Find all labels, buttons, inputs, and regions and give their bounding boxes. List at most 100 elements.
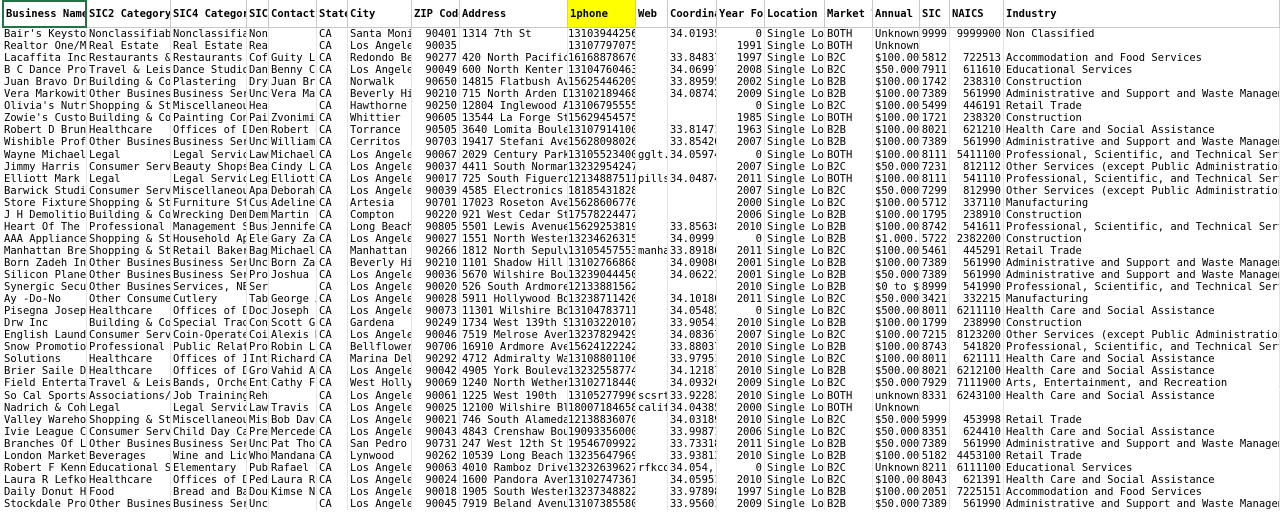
cell-coord[interactable]: 33.979518 [668,353,717,366]
cell-sic8[interactable]: Unclassified [247,88,269,101]
cell-sic2[interactable]: Legal [87,148,171,161]
cell-web[interactable] [636,497,668,510]
cell-sic[interactable]: 8111 [920,148,950,161]
cell-market[interactable]: B2C [825,353,873,366]
cell-year[interactable]: 0 [717,148,765,161]
cell-phone[interactable]: 12133881562 [568,281,636,294]
cell-naics[interactable]: 611610 [950,64,1004,77]
cell-phone[interactable]: 13103220107 [568,317,636,330]
cell-state[interactable]: CA [317,401,348,414]
cell-location[interactable]: Single Location [765,497,825,510]
cell-business_name[interactable]: Wishible Professional [2,136,87,149]
cell-address[interactable]: 1225 West 190th [460,389,568,402]
cell-naics[interactable]: 6211110 [950,305,1004,318]
cell-business_name[interactable]: Pisegna Joseph I [2,305,87,318]
cell-sic4[interactable]: Offices of Internal [171,353,247,366]
cell-address[interactable]: 17023 Roseton Avenue [460,196,568,209]
cell-web[interactable]: manhattanbread.com [636,244,668,257]
cell-phone[interactable]: 19546709922 [568,437,636,450]
cell-state[interactable]: CA [317,305,348,318]
cell-sic4[interactable]: Beauty Shops [171,160,247,173]
cell-location[interactable]: Single Location [765,353,825,366]
cell-sic2[interactable]: Building & Construction [87,112,171,125]
cell-sic4[interactable]: Legal Services [171,148,247,161]
cell-location[interactable]: Single Location [765,389,825,402]
cell-web[interactable] [636,341,668,354]
cell-sic2[interactable]: Building & Construction [87,317,171,330]
cell-zip[interactable]: 90250 [412,100,460,113]
cell-location[interactable]: Single Location [765,244,825,257]
cell-industry[interactable]: Construction [1004,317,1280,330]
cell-phone[interactable]: 13232558774 [568,365,636,378]
cell-industry[interactable]: Health Care and Social Assistance [1004,365,1280,378]
cell-market[interactable]: B2B [825,232,873,245]
cell-web[interactable] [636,329,668,342]
cell-annual[interactable]: $100.000 [873,52,920,65]
cell-sic2[interactable]: Shopping & Stores [87,244,171,257]
cell-sic2[interactable]: Other Consumer [87,293,171,306]
cell-annual[interactable]: $100.000 [873,473,920,486]
cell-city[interactable]: Santa Monica [348,28,412,40]
cell-sic8[interactable]: Contractors [247,317,269,330]
cell-annual[interactable]: $100.000 [873,136,920,149]
cell-phone[interactable]: 15624122242 [568,341,636,354]
cell-sic2[interactable]: Legal [87,172,171,185]
cell-market[interactable]: B2B [825,220,873,233]
cell-sic[interactable]: 8011 [920,353,950,366]
cell-web[interactable] [636,317,668,330]
cell-year[interactable]: 2007 [717,136,765,149]
cell-zip[interactable]: 90703 [412,136,460,149]
cell-state[interactable]: CA [317,341,348,354]
cell-sic2[interactable]: Building & Construction [87,208,171,221]
cell-market[interactable]: B2C [825,473,873,486]
cell-market[interactable]: B2B [825,437,873,450]
cell-web[interactable] [636,425,668,438]
cell-coord[interactable]: 33.814716 [668,124,717,137]
cell-address[interactable]: 14815 Flatbush Ave [460,76,568,89]
cell-sic[interactable]: 5182 [920,449,950,462]
cell-sic4[interactable]: Offices of Dentists [171,124,247,137]
cell-year[interactable]: 0 [717,232,765,245]
cell-naics[interactable] [950,40,1004,53]
cell-year[interactable]: 1963 [717,124,765,137]
cell-sic[interactable] [920,401,950,414]
cell-market[interactable]: B2C [825,196,873,209]
cell-year[interactable]: 2010 [717,365,765,378]
cell-industry[interactable]: Health Care and Social Assistance [1004,305,1280,318]
cell-business_name[interactable]: Wayne Michael I [2,148,87,161]
cell-state[interactable]: CA [317,377,348,390]
cell-state[interactable]: CA [317,124,348,137]
cell-address[interactable]: 4585 Electronics Place [460,184,568,197]
cell-naics[interactable]: 621210 [950,124,1004,137]
cell-location[interactable]: Single Location [765,172,825,185]
cell-industry[interactable]: Accommodation and Food Services [1004,52,1280,65]
cell-state[interactable]: CA [317,353,348,366]
cell-market[interactable]: B2B [825,365,873,378]
cell-zip[interactable]: 90039 [412,184,460,197]
cell-web[interactable] [636,76,668,89]
cell-sic[interactable]: 7389 [920,136,950,149]
cell-sic2[interactable]: Associations/Nonprofits [87,389,171,402]
cell-business_name[interactable]: AAA Appliance Service [2,232,87,245]
cell-sic2[interactable]: Professional Services [87,341,171,354]
cell-coord[interactable] [668,184,717,197]
cell-web[interactable] [636,473,668,486]
cell-sic[interactable]: 8021 [920,124,950,137]
cell-phone[interactable]: 13104783711 [568,305,636,318]
cell-coord[interactable]: 33.89595 [668,76,717,89]
cell-phone[interactable]: 13234626315 [568,232,636,245]
cell-annual[interactable]: $100.000 [873,449,920,462]
cell-sic2[interactable]: Restaurants & Bars [87,52,171,65]
cell-year[interactable]: 2011 [717,244,765,257]
cell-coord[interactable]: 34.101807 [668,293,717,306]
cell-business_name[interactable]: Robert D Brundige [2,124,87,137]
cell-sic[interactable]: 7929 [920,377,950,390]
cell-naics[interactable]: 561990 [950,136,1004,149]
cell-annual[interactable]: $100.000 [873,172,920,185]
cell-location[interactable]: Single Location [765,365,825,378]
cell-web[interactable] [636,293,668,306]
cell-address[interactable]: 4010 Ramboz Drive [460,461,568,474]
cell-industry[interactable]: Accommodation and Food Services [1004,485,1280,498]
cell-business_name[interactable]: Synergic Securities [2,281,87,294]
cell-annual[interactable]: $50.000 [873,377,920,390]
